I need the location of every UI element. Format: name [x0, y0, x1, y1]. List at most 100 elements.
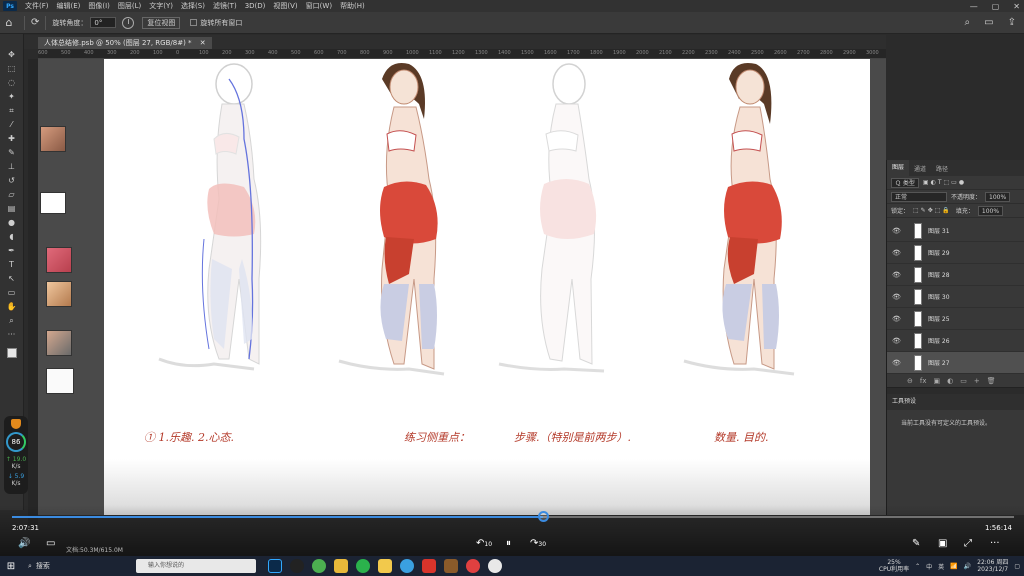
marquee-tool-icon[interactable]: ⬚ [5, 64, 19, 74]
eye-icon[interactable]: 👁 [892, 249, 902, 257]
layer-row[interactable]: 👁 图层 29 [887, 242, 1024, 264]
more-options-icon[interactable]: ··· [990, 538, 1000, 549]
folder-app-icon[interactable] [334, 559, 348, 573]
browser-app-icon[interactable] [400, 559, 414, 573]
reset-view-button[interactable]: 复位视图 [142, 16, 181, 29]
zoom-tool-icon[interactable]: ⌕ [5, 316, 19, 326]
eye-icon[interactable]: 👁 [892, 293, 902, 301]
network-gauge-widget[interactable]: 86 ↑ 19.0 K/s ↓ 5.9 K/s [4, 416, 28, 494]
tab-channels[interactable]: 通道 [909, 164, 931, 173]
menu-edit[interactable]: 编辑(E) [53, 1, 85, 11]
layer-row-selected[interactable]: 👁 图层 27 [887, 352, 1024, 374]
layer-row[interactable]: 👁 图层 30 [887, 286, 1024, 308]
adjustment-layer-icon[interactable]: ◐ [947, 377, 953, 385]
healing-tool-icon[interactable]: ✚ [5, 134, 19, 144]
filter-icons[interactable]: ▣◐T⬚▭● [923, 179, 966, 186]
history-brush-tool-icon[interactable]: ↺ [5, 176, 19, 186]
reference-swatch-sketch[interactable] [46, 368, 74, 394]
type-tool-icon[interactable]: T [5, 260, 19, 270]
menu-file[interactable]: 文件(F) [21, 1, 53, 11]
menu-select[interactable]: 选择(S) [177, 1, 209, 11]
eraser-tool-icon[interactable]: ▱ [5, 190, 19, 200]
fullscreen-icon[interactable]: ⤢ [964, 538, 972, 549]
tab-paths[interactable]: 路径 [931, 164, 953, 173]
brush-tool-icon[interactable]: ✎ [5, 148, 19, 158]
tool-presets-tab[interactable]: 工具预设 [887, 394, 1024, 410]
rotate-dial-icon[interactable] [122, 16, 135, 29]
photoshop-app-icon[interactable] [268, 559, 282, 573]
document-tab[interactable]: 人体总结修.psb @ 50% (图层 27, RGB/8#) * ✕ [38, 37, 212, 49]
menu-layer[interactable]: 图层(L) [114, 1, 145, 11]
notification-icon[interactable]: ▢ [1014, 563, 1020, 570]
game-app-icon[interactable] [444, 559, 458, 573]
reference-swatch-grey[interactable] [46, 330, 72, 356]
pen-tool-icon[interactable]: ✒ [5, 246, 19, 256]
delete-layer-icon[interactable]: 🗑 [987, 377, 996, 385]
document-canvas[interactable]: ① 1.乐趣. 2.心态. 练习侧重点： 步骤.（特别是前两步）. 数量. 目的… [104, 59, 870, 515]
menu-type[interactable]: 文字(Y) [145, 1, 177, 11]
more-tools-icon[interactable]: ··· [5, 330, 19, 340]
lock-icons[interactable]: ⬚✎✥⬚🔒 [913, 207, 952, 214]
windows-start-icon[interactable]: ⊞ [0, 561, 22, 572]
opacity-field[interactable]: 100% [985, 191, 1011, 202]
share-icon[interactable]: ⇪ [1008, 17, 1016, 28]
ime-zh[interactable]: 中 [926, 562, 932, 571]
chrome-app-icon[interactable] [488, 559, 502, 573]
add-mask-icon[interactable]: ▣ [933, 377, 940, 385]
home-icon[interactable]: ⌂ [0, 16, 18, 29]
foreground-color-swatch[interactable] [6, 348, 17, 358]
menu-filter[interactable]: 滤镜(T) [209, 1, 241, 11]
subtitle-icon[interactable]: ▭ [46, 538, 55, 549]
hand-tool-icon[interactable]: ✋ [5, 302, 19, 312]
skip-back-button[interactable]: ↶10 [476, 538, 492, 549]
rotate-all-windows-checkbox[interactable] [190, 19, 198, 26]
taskbar-search[interactable]: ⌕ 搜索 [22, 561, 100, 571]
blend-mode-select[interactable]: 正常 [891, 191, 947, 202]
crop-tool-icon[interactable]: ⌗ [5, 106, 19, 116]
eye-icon[interactable]: 👁 [892, 359, 902, 367]
cpu-monitor[interactable]: 25% CPU利用率 [879, 559, 909, 573]
link-layers-icon[interactable]: ⊖ [907, 377, 913, 385]
wps-app-icon[interactable] [422, 559, 436, 573]
new-group-icon[interactable]: ▭ [960, 377, 967, 385]
lasso-tool-icon[interactable]: ◌ [5, 78, 19, 88]
skip-forward-button[interactable]: ↷30 [530, 538, 546, 549]
close-window-button[interactable]: ✕ [1013, 2, 1020, 11]
maximize-button[interactable]: ▢ [992, 2, 1000, 11]
menu-image[interactable]: 图像(I) [84, 1, 114, 11]
reference-swatch-red[interactable] [46, 247, 72, 273]
gradient-tool-icon[interactable]: ▤ [5, 204, 19, 214]
volume-icon[interactable]: 🔊 [18, 538, 30, 549]
fill-field[interactable]: 100% [977, 205, 1004, 216]
pip-icon[interactable]: ▣ [938, 538, 947, 549]
blur-tool-icon[interactable]: ● [5, 218, 19, 228]
menu-help[interactable]: 帮助(H) [336, 1, 369, 11]
video-scrubber-handle[interactable] [538, 511, 550, 522]
reference-swatch-tan[interactable] [46, 281, 72, 307]
minimize-button[interactable]: — [970, 2, 978, 11]
reference-swatch-skin[interactable] [40, 126, 66, 152]
network-icon[interactable]: 📶 [950, 563, 957, 570]
green-app-icon[interactable] [312, 559, 326, 573]
new-layer-icon[interactable]: + [974, 377, 980, 385]
video-progress-bar[interactable] [12, 516, 1014, 518]
tab-layers[interactable]: 图层 [887, 160, 910, 176]
eyedropper-tool-icon[interactable]: ⁄ [5, 120, 19, 130]
pause-button[interactable]: ⏸ [506, 538, 511, 549]
eye-icon[interactable]: 👁 [892, 337, 902, 345]
menu-window[interactable]: 窗口(W) [302, 1, 336, 11]
move-tool-icon[interactable]: ✥ [5, 50, 19, 60]
layer-filter-select[interactable]: Ｑ 类型 [891, 177, 919, 188]
clock[interactable]: 22:06 周四 2023/12/7 [977, 559, 1008, 573]
qq-app-icon[interactable] [290, 559, 304, 573]
layer-row[interactable]: 👁 图层 26 [887, 330, 1024, 352]
eye-icon[interactable]: 👁 [892, 271, 902, 279]
reference-swatch-brush[interactable] [40, 192, 66, 214]
dodge-tool-icon[interactable]: ◖ [5, 232, 19, 242]
explorer-app-icon[interactable] [378, 559, 392, 573]
music-app-icon[interactable] [466, 559, 480, 573]
wechat-app-icon[interactable] [356, 559, 370, 573]
search-icon[interactable]: ⌕ [965, 17, 971, 28]
ime-en[interactable]: 英 [938, 562, 944, 571]
path-select-tool-icon[interactable]: ↖ [5, 274, 19, 284]
